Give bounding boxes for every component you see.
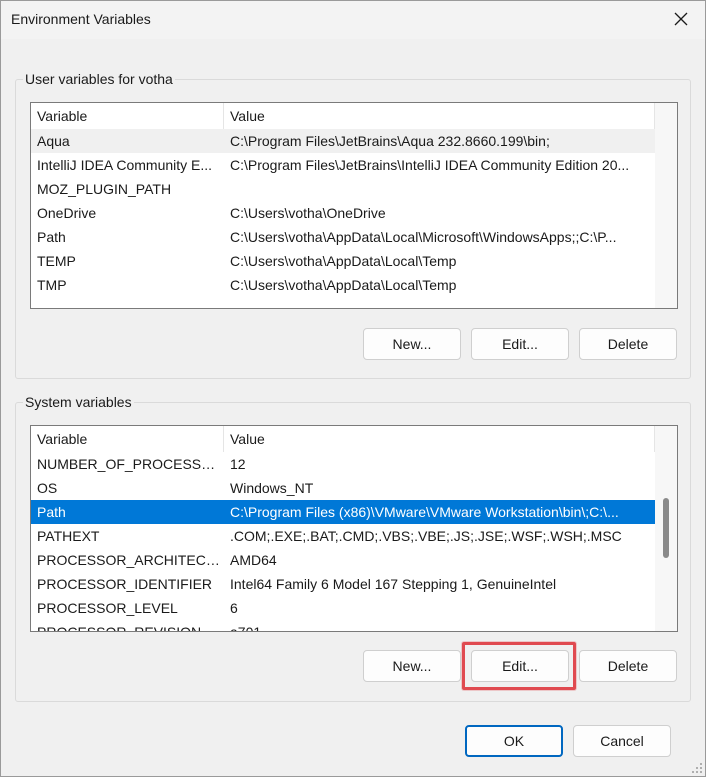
list-item-onedrive[interactable]: OneDrive C:\Users\votha\OneDrive (31, 201, 655, 225)
variable-value: .COM;.EXE;.BAT;.CMD;.VBS;.VBE;.JS;.JSE;.… (230, 528, 622, 544)
system-list-header: Variable Value (31, 426, 677, 452)
list-item-temp[interactable]: TEMP C:\Users\votha\AppData\Local\Temp (31, 249, 655, 273)
edit-button-highlight (462, 642, 576, 690)
variable-name: PROCESSOR_ARCHITECTU... (37, 552, 224, 568)
list-item-processor-level[interactable]: PROCESSOR_LEVEL 6 (31, 596, 655, 620)
system-list-rows: NUMBER_OF_PROCESSORS 12 OS Windows_NT Pa… (31, 452, 677, 632)
list-item-tmp[interactable]: TMP C:\Users\votha\AppData\Local\Temp (31, 273, 655, 297)
variable-value: C:\Program Files (x86)\VMware\VMware Wor… (230, 504, 619, 520)
column-header-variable[interactable]: Variable (31, 426, 224, 452)
variable-name: Aqua (37, 133, 70, 149)
environment-variables-dialog: Environment Variables User variables for… (0, 0, 706, 777)
list-item-moz-plugin-path[interactable]: MOZ_PLUGIN_PATH (31, 177, 655, 201)
ok-button[interactable]: OK (465, 725, 563, 757)
variable-value: Intel64 Family 6 Model 167 Stepping 1, G… (230, 576, 557, 592)
list-item-intellij[interactable]: IntelliJ IDEA Community E... C:\Program … (31, 153, 655, 177)
user-list-header: Variable Value (31, 103, 677, 129)
variable-value: AMD64 (230, 552, 277, 568)
system-variables-label: System variables (23, 394, 134, 410)
column-header-variable[interactable]: Variable (31, 103, 224, 129)
user-variables-list[interactable]: Variable Value Aqua C:\Program Files\Jet… (30, 102, 678, 309)
column-header-value[interactable]: Value (224, 426, 655, 452)
variable-name: IntelliJ IDEA Community E... (37, 157, 213, 173)
variable-value: C:\Users\votha\AppData\Local\Microsoft\W… (230, 229, 617, 245)
list-item-processor-identifier[interactable]: PROCESSOR_IDENTIFIER Intel64 Family 6 Mo… (31, 572, 655, 596)
list-item-os[interactable]: OS Windows_NT (31, 476, 655, 500)
system-list-scrollbar[interactable] (655, 426, 677, 631)
cancel-button[interactable]: Cancel (573, 725, 671, 757)
variable-value: C:\Program Files\JetBrains\IntelliJ IDEA… (230, 157, 630, 173)
variable-name: TMP (37, 277, 67, 293)
close-icon (674, 12, 688, 26)
variable-name: Path (37, 229, 66, 245)
list-item-aqua[interactable]: Aqua C:\Program Files\JetBrains\Aqua 232… (31, 129, 655, 153)
variable-value: a701 (230, 624, 262, 632)
variable-value: C:\Users\votha\OneDrive (230, 205, 386, 221)
variable-name: PATHEXT (37, 528, 100, 544)
list-item-processor-revision[interactable]: PROCESSOR_REVISION a701 (31, 620, 655, 632)
column-header-value[interactable]: Value (224, 103, 655, 129)
variable-name: PROCESSOR_LEVEL (37, 600, 178, 616)
list-item-path[interactable]: Path C:\Users\votha\AppData\Local\Micros… (31, 225, 655, 249)
variable-name: OS (37, 480, 58, 496)
variable-name: Path (37, 504, 66, 520)
title-bar[interactable]: Environment Variables (1, 1, 705, 39)
user-edit-button[interactable]: Edit... (471, 328, 569, 360)
resize-grip-icon[interactable] (691, 762, 703, 774)
dialog-title: Environment Variables (11, 11, 151, 27)
variable-name: TEMP (37, 253, 76, 269)
user-delete-button[interactable]: Delete (579, 328, 677, 360)
variable-name: NUMBER_OF_PROCESSORS (37, 456, 224, 472)
list-item-pathext[interactable]: PATHEXT .COM;.EXE;.BAT;.CMD;.VBS;.VBE;.J… (31, 524, 655, 548)
user-list-scrollbar[interactable] (655, 103, 677, 308)
list-item-processor-architecture[interactable]: PROCESSOR_ARCHITECTU... AMD64 (31, 548, 655, 572)
system-list-scroll-thumb[interactable] (663, 498, 669, 558)
variable-name: OneDrive (37, 205, 97, 221)
variable-name: MOZ_PLUGIN_PATH (37, 181, 172, 197)
close-button[interactable] (665, 5, 697, 33)
variable-value: Windows_NT (230, 480, 314, 496)
list-item-path-selected[interactable]: Path C:\Program Files (x86)\VMware\VMwar… (31, 500, 655, 524)
list-item-number-of-processors[interactable]: NUMBER_OF_PROCESSORS 12 (31, 452, 655, 476)
user-variables-label: User variables for votha (23, 71, 175, 87)
variable-name: PROCESSOR_IDENTIFIER (37, 576, 213, 592)
variable-value: 12 (230, 456, 246, 472)
system-new-button[interactable]: New... (363, 650, 461, 682)
system-variables-list[interactable]: Variable Value NUMBER_OF_PROCESSORS 12 O… (30, 425, 678, 632)
variable-value: C:\Users\votha\AppData\Local\Temp (230, 277, 457, 293)
variable-value: C:\Program Files\JetBrains\Aqua 232.8660… (230, 133, 550, 149)
system-delete-button[interactable]: Delete (579, 650, 677, 682)
user-new-button[interactable]: New... (363, 328, 461, 360)
user-list-rows: Aqua C:\Program Files\JetBrains\Aqua 232… (31, 129, 677, 297)
variable-name: PROCESSOR_REVISION (37, 624, 202, 632)
variable-value: C:\Users\votha\AppData\Local\Temp (230, 253, 457, 269)
variable-value: 6 (230, 600, 238, 616)
